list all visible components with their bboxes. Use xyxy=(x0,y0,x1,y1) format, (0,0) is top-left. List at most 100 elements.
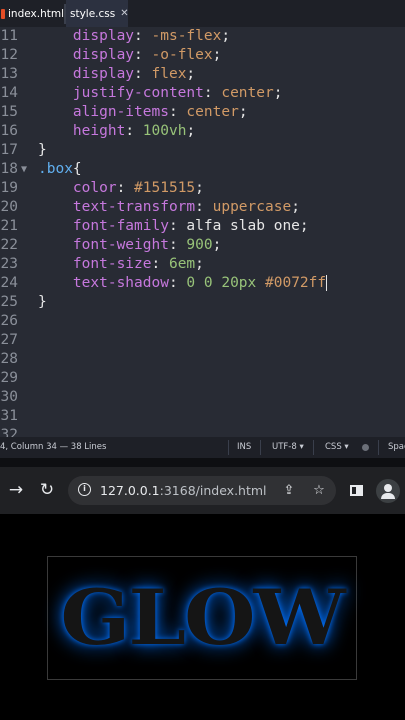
code-token: ; xyxy=(221,28,231,44)
reload-icon[interactable]: ↻ xyxy=(36,479,58,501)
tab-index-html[interactable]: index.html xyxy=(0,0,64,27)
code-token: : xyxy=(151,256,169,272)
code-token: align-items xyxy=(38,104,169,120)
code-token: } xyxy=(38,294,47,310)
code-line[interactable]: 26 xyxy=(0,312,405,331)
code-token: ; xyxy=(238,104,248,120)
code-text: font-family: alfa slab one; xyxy=(38,217,309,236)
encoding-select[interactable]: UTF-8 ▾ xyxy=(272,437,304,458)
divider xyxy=(313,440,314,455)
line-number: 19 xyxy=(0,180,18,196)
code-editor: index.html style.css ✕ 11 display: -ms-f… xyxy=(0,0,405,458)
code-token: -o-flex xyxy=(151,47,213,63)
code-token: : xyxy=(168,104,187,120)
close-tab-icon[interactable]: ✕ xyxy=(120,8,128,19)
code-line[interactable]: 17} xyxy=(0,141,405,160)
code-line[interactable]: 18 ▼ .box{ xyxy=(0,160,405,179)
language-select[interactable]: CSS ▾ xyxy=(325,437,349,458)
line-number: 29 xyxy=(0,370,18,386)
code-line[interactable]: 25} xyxy=(0,293,405,312)
code-token: .box xyxy=(38,161,73,177)
code-token: display xyxy=(38,28,135,44)
line-number: 17 xyxy=(0,142,18,158)
code-line[interactable]: 22 font-weight: 900; xyxy=(0,236,405,255)
code-token: ; xyxy=(195,180,204,196)
code-line[interactable]: 12 display: -o-flex; xyxy=(0,46,405,65)
code-text: font-size: 6em; xyxy=(38,255,204,274)
code-line[interactable]: 19 color: #151515; xyxy=(0,179,405,198)
code-token: font-weight xyxy=(38,237,169,253)
code-line[interactable]: 15 align-items: center; xyxy=(0,103,405,122)
code-token: font-size xyxy=(38,256,152,272)
html-file-icon xyxy=(1,8,6,19)
site-info-icon[interactable]: i xyxy=(78,483,91,496)
code-line[interactable]: 14 justify-content: center; xyxy=(0,84,405,103)
line-number: 13 xyxy=(0,66,18,82)
code-line[interactable]: 29 xyxy=(0,369,405,388)
divider xyxy=(260,440,261,455)
code-token: height xyxy=(38,123,126,139)
code-token: flex xyxy=(151,66,187,82)
code-text: display: -o-flex; xyxy=(38,46,221,65)
code-line[interactable]: 24 text-shadow: 0 0 20px #0072ff xyxy=(0,274,405,293)
code-line[interactable]: 16 height: 100vh; xyxy=(0,122,405,141)
glow-text: GLOW xyxy=(60,573,345,663)
code-token: : xyxy=(134,66,152,82)
line-number: 24 xyxy=(0,275,18,291)
code-token: ; xyxy=(212,237,222,253)
line-number: 20 xyxy=(0,199,18,215)
linter-status-icon[interactable] xyxy=(362,444,369,451)
code-text: text-transform: uppercase; xyxy=(38,198,300,217)
code-line[interactable]: 23 font-size: 6em; xyxy=(0,255,405,274)
code-token: } xyxy=(38,142,47,158)
code-token: ; xyxy=(273,85,283,101)
code-line[interactable]: 27 xyxy=(0,331,405,350)
code-token: center xyxy=(186,104,239,120)
fold-arrow-icon[interactable]: ▼ xyxy=(21,160,27,179)
line-number: 23 xyxy=(0,256,18,272)
code-text: justify-content: center; xyxy=(38,84,283,103)
code-token: text-transform xyxy=(38,199,196,215)
insert-mode-toggle[interactable]: INS xyxy=(237,437,251,458)
code-token: : alfa slab one; xyxy=(168,218,309,234)
side-panel-icon[interactable] xyxy=(350,485,363,496)
divider xyxy=(228,440,229,455)
code-token: 100vh xyxy=(142,123,187,139)
divider xyxy=(378,440,379,455)
code-text: align-items: center; xyxy=(38,103,248,122)
code-line[interactable]: 20 text-transform: uppercase; xyxy=(0,198,405,217)
code-text: } xyxy=(38,293,47,312)
address-bar[interactable]: i 127.0.0.1:3168/index.html ⇪ ☆ xyxy=(68,476,336,505)
tab-style-css[interactable]: style.css ✕ xyxy=(66,0,129,27)
line-number: 15 xyxy=(0,104,18,120)
line-number: 18 xyxy=(0,161,18,177)
install-icon[interactable]: ⇪ xyxy=(280,482,298,500)
profile-icon[interactable] xyxy=(376,479,400,503)
line-number: 28 xyxy=(0,351,18,367)
code-token: -ms-flex xyxy=(151,28,222,44)
line-number: 22 xyxy=(0,237,18,253)
forward-arrow-icon[interactable]: → xyxy=(5,479,27,501)
code-text: color: #151515; xyxy=(38,179,204,198)
spaces-setting[interactable]: Spac xyxy=(388,437,405,458)
line-number: 26 xyxy=(0,313,18,329)
code-text: font-weight: 900; xyxy=(38,236,221,255)
browser-toolbar: → ↻ i 127.0.0.1:3168/index.html ⇪ ☆ xyxy=(0,467,405,514)
page-viewport: GLOW xyxy=(0,514,405,720)
code-line[interactable]: 21 font-family: alfa slab one; xyxy=(0,217,405,236)
text-cursor xyxy=(326,275,328,291)
code-line[interactable]: 31 xyxy=(0,407,405,426)
code-token: : xyxy=(134,47,152,63)
code-line[interactable]: 13 display: flex; xyxy=(0,65,405,84)
code-line[interactable]: 11 display: -ms-flex; xyxy=(0,27,405,46)
window-gap xyxy=(0,458,405,467)
code-line[interactable]: 28 xyxy=(0,350,405,369)
code-line[interactable]: 30 xyxy=(0,388,405,407)
code-token: 900 xyxy=(186,237,213,253)
line-number: 16 xyxy=(0,123,18,139)
line-number: 30 xyxy=(0,389,18,405)
code-token: : xyxy=(134,28,152,44)
bookmark-star-icon[interactable]: ☆ xyxy=(310,482,328,500)
code-token: font-family xyxy=(38,218,169,234)
line-number: 21 xyxy=(0,218,18,234)
